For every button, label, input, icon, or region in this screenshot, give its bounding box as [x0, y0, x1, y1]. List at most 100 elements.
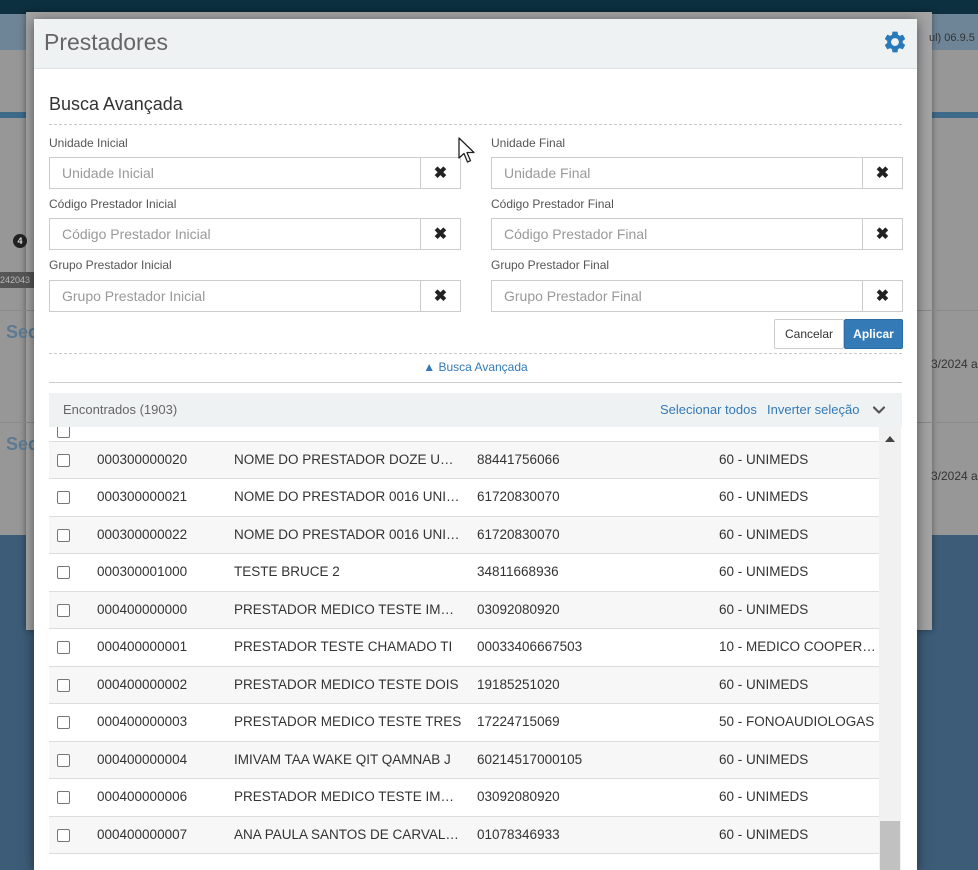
row-checkbox[interactable]	[57, 791, 70, 804]
modal-header: Prestadores	[34, 19, 917, 69]
table-row[interactable]: 000300000022 NOME DO PRESTADOR 0016 UNIM…	[49, 516, 879, 553]
results-header: Encontrados (1903) Selecionar todos Inve…	[49, 393, 902, 427]
row-checkbox[interactable]	[57, 427, 70, 438]
unit-end-clear-button[interactable]: ✖	[862, 158, 902, 188]
row-checkbox[interactable]	[57, 641, 70, 654]
scroll-thumb[interactable]	[880, 821, 900, 870]
code-end-group: ✖	[491, 218, 903, 250]
provider-code: 000300001000	[97, 564, 188, 579]
provider-document: 61720830070	[477, 489, 560, 504]
provider-code: 000400000003	[97, 714, 188, 729]
table-row[interactable]: 000300000020 NOME DO PRESTADOR DOZE UNIM…	[49, 441, 879, 478]
code-end-clear-button[interactable]: ✖	[862, 219, 902, 249]
unit-start-clear-button[interactable]: ✖	[420, 158, 460, 188]
results-divider	[49, 382, 902, 383]
modal-title: Prestadores	[44, 29, 169, 55]
table-row[interactable]: 000400000000 PRESTADOR MEDICO TESTE IMPO…	[49, 591, 879, 628]
table-row[interactable]: 000400000004 IMIVAM TAA WAKE QIT QAMNAB …	[49, 741, 879, 778]
provider-document: 00033406667503	[477, 639, 583, 654]
table-row[interactable]: 000300000021 NOME DO PRESTADOR 0016 UNIM…	[49, 478, 879, 515]
provider-code: 000300000022	[97, 527, 188, 542]
code-end-input[interactable]	[492, 219, 864, 249]
code-start-input[interactable]	[50, 219, 422, 249]
row-checkbox[interactable]	[57, 529, 70, 542]
provider-document: 19185251020	[477, 677, 560, 692]
provider-group: 10 - MEDICO COOPERADO	[719, 639, 877, 654]
row-checkbox[interactable]	[57, 716, 70, 729]
section-divider	[49, 353, 902, 354]
unit-end-label: Unidade Final	[491, 136, 566, 150]
table-row[interactable]: 000400000001 PRESTADOR TESTE CHAMADO TI …	[49, 628, 879, 665]
table-row[interactable]: 000400000003 PRESTADOR MEDICO TESTE TRES…	[49, 703, 879, 740]
provider-name: TESTE BRUCE 2	[234, 564, 340, 579]
provider-name: PRESTADOR MEDICO TESTE IMPORTACAO	[234, 602, 462, 617]
chevron-down-icon[interactable]	[872, 403, 886, 417]
scroll-up-arrow-icon[interactable]	[885, 436, 895, 442]
provider-document: 34811668936	[477, 564, 559, 579]
group-end-label: Grupo Prestador Final	[491, 258, 610, 272]
unit-start-group: ✖	[49, 157, 461, 189]
bg-date-2: 3/2024 a	[931, 469, 978, 483]
code-end-label: Código Prestador Final	[491, 197, 614, 211]
table-row[interactable]: 000400000002 PRESTADOR MEDICO TESTE DOIS…	[49, 666, 879, 703]
provider-code: 000300000021	[97, 489, 188, 504]
group-start-input[interactable]	[50, 281, 422, 311]
advanced-search-toggle-link[interactable]: ▲ Busca Avançada	[34, 360, 917, 374]
provider-name: NOME DO PRESTADOR DOZE UNIMED	[234, 452, 462, 467]
provider-document: 01078346933	[477, 827, 560, 842]
table-row[interactable]	[49, 853, 879, 870]
provider-document: 61720830070	[477, 527, 560, 542]
advanced-search-title: Busca Avançada	[49, 94, 183, 114]
provider-name: NOME DO PRESTADOR 0016 UNIMED	[234, 527, 462, 542]
provider-group: 60 - UNIMEDS	[719, 752, 809, 767]
provider-document: 60214517000105	[477, 752, 583, 767]
row-checkbox[interactable]	[57, 829, 70, 842]
provider-document: 03092080920	[477, 789, 560, 804]
group-start-clear-button[interactable]: ✖	[420, 281, 460, 311]
gear-icon[interactable]	[882, 29, 908, 55]
row-checkbox[interactable]	[57, 679, 70, 692]
table-row[interactable]: 000400000006 PRESTADOR MEDICO TESTE IMPO…	[49, 778, 879, 815]
provider-code: 000400000007	[97, 827, 188, 842]
group-end-group: ✖	[491, 280, 903, 312]
row-checkbox[interactable]	[57, 604, 70, 617]
provider-group: 60 - UNIMEDS	[719, 827, 809, 842]
select-all-link[interactable]: Selecionar todos	[660, 402, 757, 417]
cancel-button[interactable]: Cancelar	[774, 319, 844, 349]
provider-group: 60 - UNIMEDS	[719, 564, 809, 579]
provider-name: PRESTADOR TESTE CHAMADO TI	[234, 639, 453, 654]
row-checkbox[interactable]	[57, 491, 70, 504]
row-checkbox[interactable]	[57, 754, 70, 767]
unit-start-input[interactable]	[50, 158, 422, 188]
group-end-input[interactable]	[492, 281, 864, 311]
provider-name: PRESTADOR MEDICO TESTE TRES	[234, 714, 462, 729]
provider-document: 17224715069	[477, 714, 560, 729]
code-start-label: Código Prestador Inicial	[49, 197, 177, 211]
unit-start-label: Unidade Inicial	[49, 136, 128, 150]
code-start-clear-button[interactable]: ✖	[420, 219, 460, 249]
provider-group: 60 - UNIMEDS	[719, 489, 809, 504]
table-row[interactable]: 000300001000 TESTE BRUCE 2 34811668936 6…	[49, 553, 879, 590]
provider-name: IMIVAM TAA WAKE QIT QAMNAB J	[234, 752, 451, 767]
row-checkbox[interactable]	[57, 454, 70, 467]
group-start-group: ✖	[49, 280, 461, 312]
invert-selection-link[interactable]: Inverter seleção	[767, 402, 860, 417]
section-divider	[49, 124, 902, 125]
group-end-clear-button[interactable]: ✖	[862, 281, 902, 311]
provider-group: 60 - UNIMEDS	[719, 452, 809, 467]
unit-end-input[interactable]	[492, 158, 864, 188]
provider-group: 50 - FONOAUDIOLOGAS	[719, 714, 875, 729]
code-start-group: ✖	[49, 218, 461, 250]
bg-date-1: 3/2024 a	[931, 357, 978, 371]
provider-name: ANA PAULA SANTOS DE CARVALHO	[234, 827, 462, 842]
provider-group: 60 - UNIMEDS	[719, 527, 809, 542]
provider-group: 60 - UNIMEDS	[719, 677, 809, 692]
table-row[interactable]: 000400000007 ANA PAULA SANTOS DE CARVALH…	[49, 816, 879, 853]
bg-version-text: ul) 06.9.5	[929, 32, 975, 44]
row-checkbox[interactable]	[57, 566, 70, 579]
group-start-label: Grupo Prestador Inicial	[49, 258, 172, 272]
provider-document: 03092080920	[477, 602, 560, 617]
results-scrollbar[interactable]	[879, 427, 901, 870]
provider-code: 000400000000	[97, 602, 188, 617]
apply-button[interactable]: Aplicar	[844, 319, 903, 349]
